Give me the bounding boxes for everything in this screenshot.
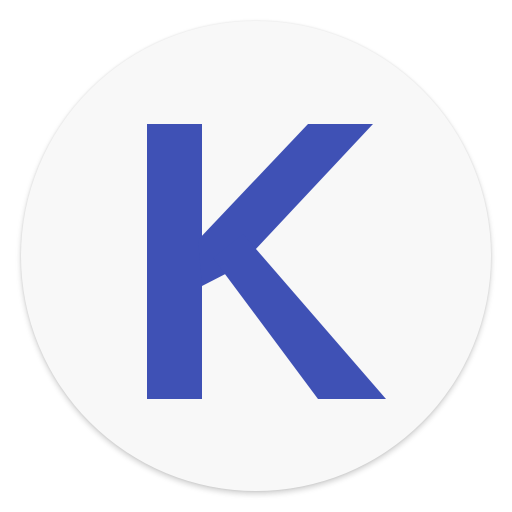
app-icon[interactable]: K [21,21,491,491]
letter-k-glyph [147,124,386,399]
k-logo-icon: K [147,124,386,399]
app-icon-canvas: K [0,0,512,512]
